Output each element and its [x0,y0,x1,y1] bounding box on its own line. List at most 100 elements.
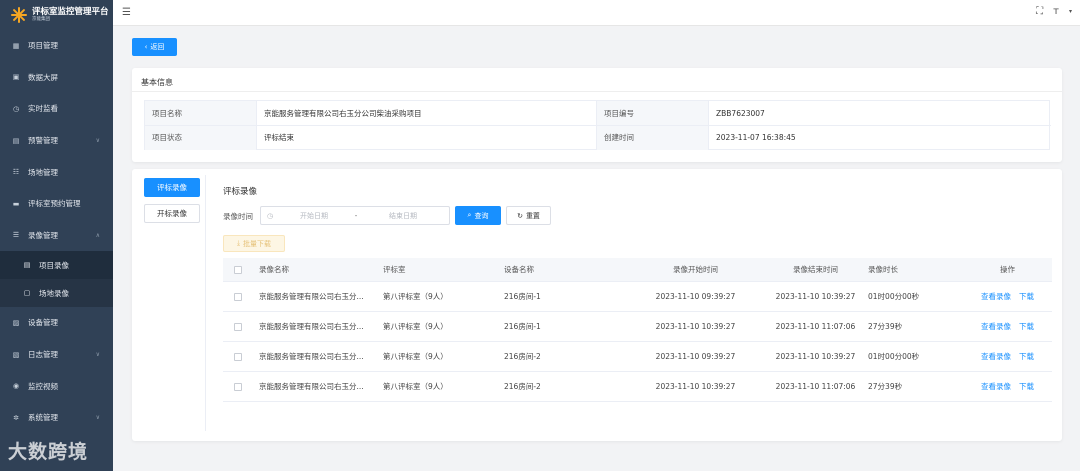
device-name: 216房间-1 [504,292,541,301]
basic-info-panel: 基本信息 项目名称 京能服务管理有限公司右玉分公司柴油采购项目 项目编号 ZBB… [132,68,1062,162]
date-range-picker[interactable]: ◷ 开始日期 - 结束日期 [260,206,450,225]
download-link[interactable]: 下载 [1019,381,1034,392]
refresh-icon: ↻ [517,211,523,220]
duration: 01时00分00秒 [868,292,920,301]
calendar-icon: ▬ [12,199,20,208]
duration: 27分39秒 [868,382,903,391]
screen-icon: ▣ [12,73,20,82]
end-date-input[interactable]: 结束日期 [363,211,443,221]
row-checkbox[interactable] [234,292,242,301]
brand: 评标室监控管理平台 京能集团 [0,0,113,30]
row-checkbox[interactable] [234,352,242,361]
sidebar-item-venue[interactable]: ☷ 场地管理 [0,156,113,188]
chevron-left-icon: ‹ [144,43,148,51]
reset-button[interactable]: ↻ 重置 [506,206,551,225]
duration: 27分39秒 [868,322,903,331]
top-bar: ☰ ⛶ т ▾ [113,0,1080,26]
tab-opening-recording[interactable]: 开标录像 [144,204,200,223]
evaluation-room: 第八评标室（9人） [383,352,448,361]
recording-name: 京能服务管理有限公司右玉分... [259,382,364,391]
brand-logo-icon [11,7,27,23]
log-icon: ▧ [12,350,20,359]
view-recording-link[interactable]: 查看录像 [981,351,1011,362]
divider [132,91,1062,92]
app-subtitle: 京能集团 [32,17,50,22]
sidebar-subitem-label: 项目录像 [39,260,69,270]
project-name-value: 京能服务管理有限公司右玉分公司柴油采购项目 [257,101,597,125]
download-link[interactable]: 下载 [1019,351,1034,362]
view-recording-link[interactable]: 查看录像 [981,381,1011,392]
sidebar-item-label: 场地管理 [28,167,58,177]
column-header: 操作 [1000,265,1015,274]
sidebar-item-label: 项目管理 [28,41,58,51]
view-recording-link[interactable]: 查看录像 [981,291,1011,302]
download-link[interactable]: 下载 [1019,321,1034,332]
download-link[interactable]: 下载 [1019,291,1034,302]
sidebar-item-label: 设备管理 [28,318,58,328]
recordings-table: 录像名称 评标室 设备名称 录像开始时间 录像结束时间 录像时长 操作 京能服务… [223,258,1052,402]
column-header: 录像结束时间 [793,265,838,274]
column-header: 录像时长 [868,265,898,274]
info-table: 项目名称 京能服务管理有限公司右玉分公司柴油采购项目 项目编号 ZBB76230… [144,100,1051,150]
sidebar-item-label: 实时监看 [28,104,58,114]
row-checkbox[interactable] [234,322,242,331]
row-checkbox[interactable] [234,382,242,391]
sidebar-item-dashboard[interactable]: ▣ 数据大屏 [0,62,113,94]
sidebar-item-booking[interactable]: ▬ 评标室预约管理 [0,188,113,220]
grid-icon: ▦ [12,41,20,50]
app-title: 评标室监控管理平台 [32,6,109,17]
device-name: 216房间-1 [504,322,541,331]
sidebar-item-device[interactable]: ▨ 设备管理 [0,307,113,339]
end-time: 2023-11-10 11:07:06 [775,382,856,391]
created-time-label: 创建时间 [597,125,709,150]
tab-evaluation-recording[interactable]: 评标录像 [144,178,200,197]
divider [205,175,206,431]
table-row: 京能服务管理有限公司右玉分... 第八评标室（9人） 216房间-1 2023-… [223,312,1052,342]
batch-download-button[interactable]: ⤓ 批量下载 [223,235,285,252]
file-icon: ▤ [23,261,31,270]
recording-name: 京能服务管理有限公司右玉分... [259,322,364,331]
table-header: 录像名称 评标室 设备名称 录像开始时间 录像结束时间 录像时长 操作 [223,258,1052,282]
sidebar-item-label: 系统管理 [28,413,58,423]
sidebar-item-label: 数据大屏 [28,72,58,82]
fullscreen-icon[interactable]: ⛶ [1036,6,1043,17]
recordings-panel: 评标录像 开标录像 评标录像 录像时间 ◷ 开始日期 - 结束日期 ⌕ 查询 ↻… [132,169,1062,441]
device-name: 216房间-2 [504,382,541,391]
sidebar-subitem-venue-recording[interactable]: ▢ 场地录像 [0,279,113,308]
start-date-input[interactable]: 开始日期 [279,211,349,221]
sidebar-item-alerts[interactable]: ▤ 预警管理 ∨ [0,125,113,157]
project-name-label: 项目名称 [145,101,257,125]
menu-toggle-icon[interactable]: ☰ [122,7,131,18]
sidebar-item-system[interactable]: ✲ 系统管理 ∨ [0,402,113,434]
evaluation-room: 第八评标室（9人） [383,382,448,391]
caret-down-icon[interactable]: ▾ [1069,8,1072,15]
back-button[interactable]: ‹ 返回 [132,38,177,56]
column-header: 设备名称 [504,265,534,274]
table-row: 京能服务管理有限公司右玉分... 第八评标室（9人） 216房间-2 2023-… [223,372,1052,402]
sidebar-item-realtime[interactable]: ◷ 实时监看 [0,93,113,125]
view-recording-link[interactable]: 查看录像 [981,321,1011,332]
recording-name: 京能服务管理有限公司右玉分... [259,292,364,301]
sidebar: 评标室监控管理平台 京能集团 ▦ 项目管理 ▣ 数据大屏 ◷ 实时监看 ▤ 预警… [0,0,113,471]
sidebar-subitem-label: 场地录像 [39,288,69,298]
video-icon: ☰ [12,231,20,240]
gear-icon: ✲ [13,413,19,422]
range-separator: - [354,211,358,220]
sidebar-item-logs[interactable]: ▧ 日志管理 ∨ [0,339,113,371]
table-row: 京能服务管理有限公司右玉分... 第八评标室（9人） 216房间-2 2023-… [223,342,1052,372]
search-button[interactable]: ⌕ 查询 [455,206,501,225]
sidebar-item-monitor-video[interactable]: ◉ 监控视频 [0,370,113,402]
alert-icon: ▤ [12,136,20,145]
font-size-icon[interactable]: т [1053,6,1059,17]
project-no-value: ZBB7623007 [716,108,765,118]
sidebar-subitem-project-recording[interactable]: ▤ 项目录像 [0,251,113,280]
sidebar-item-recordings[interactable]: ☰ 录像管理 ∧ [0,220,113,252]
chevron-down-icon: ∨ [95,351,100,359]
sidebar-item-label: 预警管理 [28,136,58,146]
search-icon: ⌕ [467,211,472,219]
chevron-down-icon: ∨ [95,414,100,422]
sidebar-item-label: 录像管理 [28,230,58,240]
sidebar-item-project[interactable]: ▦ 项目管理 [0,30,113,62]
select-all-checkbox[interactable] [234,265,242,274]
project-status-label: 项目状态 [145,125,257,150]
